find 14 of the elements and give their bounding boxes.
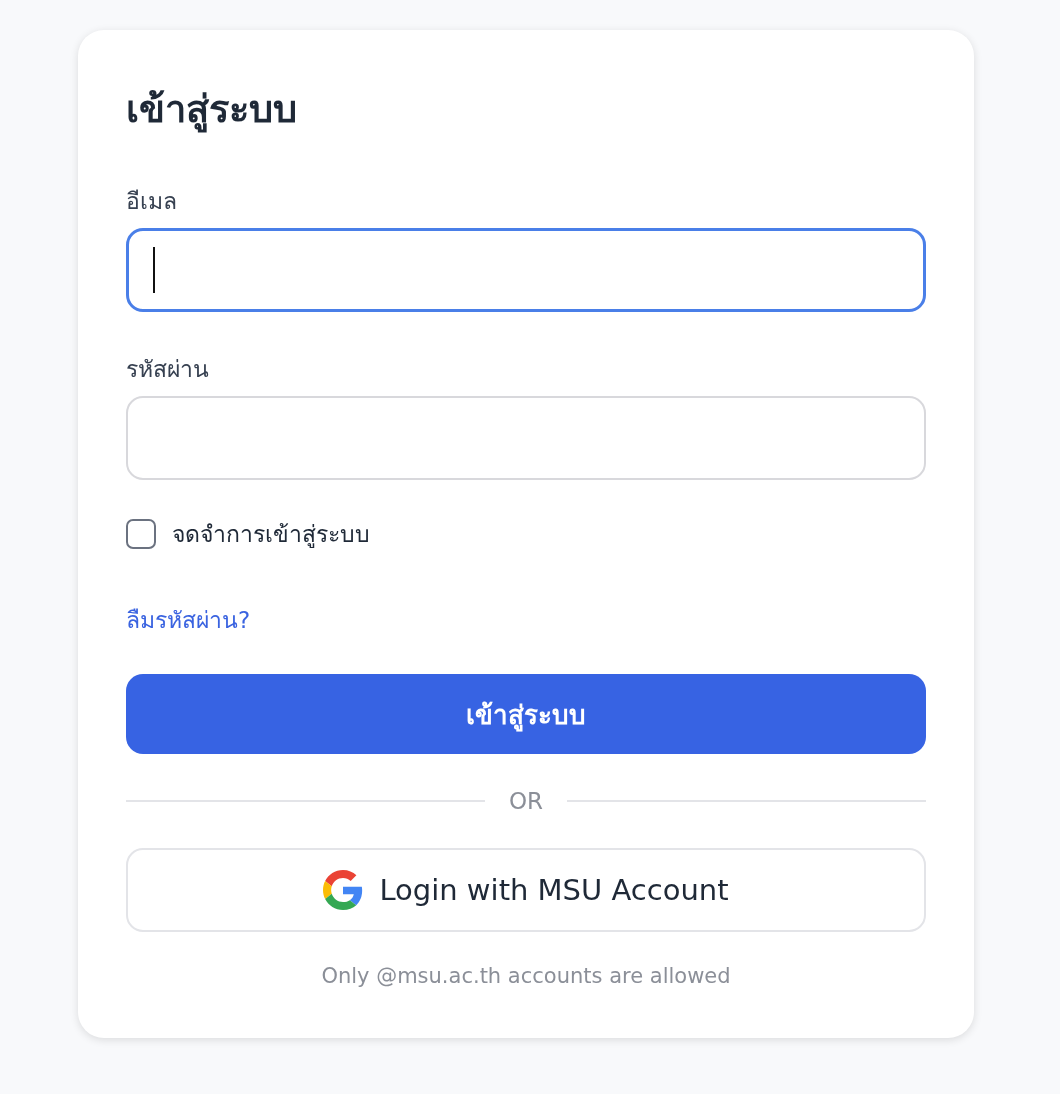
divider-text: OR [508,788,544,814]
email-field[interactable] [126,228,926,312]
checkbox-label: จดจำการเข้าสู่ระบบ [172,520,370,550]
google-login-button[interactable]: Login with MSU Account [126,848,926,932]
password-field[interactable] [126,396,926,480]
remember-checkbox[interactable] [126,519,156,549]
field-label: อีเมล [126,187,177,216]
field-label: รหัสผ่าน [126,355,209,384]
login-button[interactable]: เข้าสู่ระบบ [126,674,926,754]
login-title: เข้าสู่ระบบ [126,86,298,135]
forgot-password-link[interactable]: ลืมรหัสผ่าน? [126,602,251,638]
footer-note: Only @msu.ac.th accounts are allowed [320,964,732,988]
text-caret [153,247,155,293]
google-icon [323,870,364,910]
